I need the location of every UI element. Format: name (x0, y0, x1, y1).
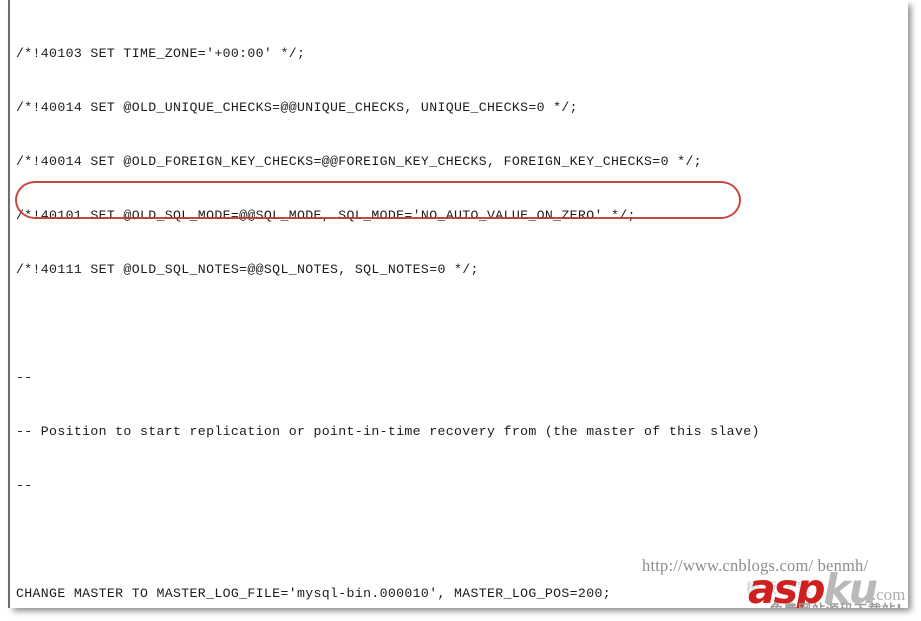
document-frame: /*!40103 SET TIME_ZONE='+00:00' */; /*!4… (8, 0, 908, 608)
sql-dump-text[interactable]: /*!40103 SET TIME_ZONE='+00:00' */; /*!4… (16, 9, 906, 608)
code-line: /*!40014 SET @OLD_FOREIGN_KEY_CHECKS=@@F… (16, 154, 702, 169)
code-line: -- Position to start replication or poin… (16, 424, 760, 439)
code-line: /*!40014 SET @OLD_UNIQUE_CHECKS=@@UNIQUE… (16, 100, 578, 115)
code-line: /*!40101 SET @OLD_SQL_MODE=@@SQL_MODE, S… (16, 208, 636, 223)
code-line: -- (16, 478, 33, 493)
code-line: /*!40111 SET @OLD_SQL_NOTES=@@SQL_NOTES,… (16, 262, 479, 277)
code-line: /*!40103 SET TIME_ZONE='+00:00' */; (16, 46, 306, 61)
code-line-change-master: CHANGE MASTER TO MASTER_LOG_FILE='mysql-… (16, 586, 611, 601)
code-line: -- (16, 370, 33, 385)
